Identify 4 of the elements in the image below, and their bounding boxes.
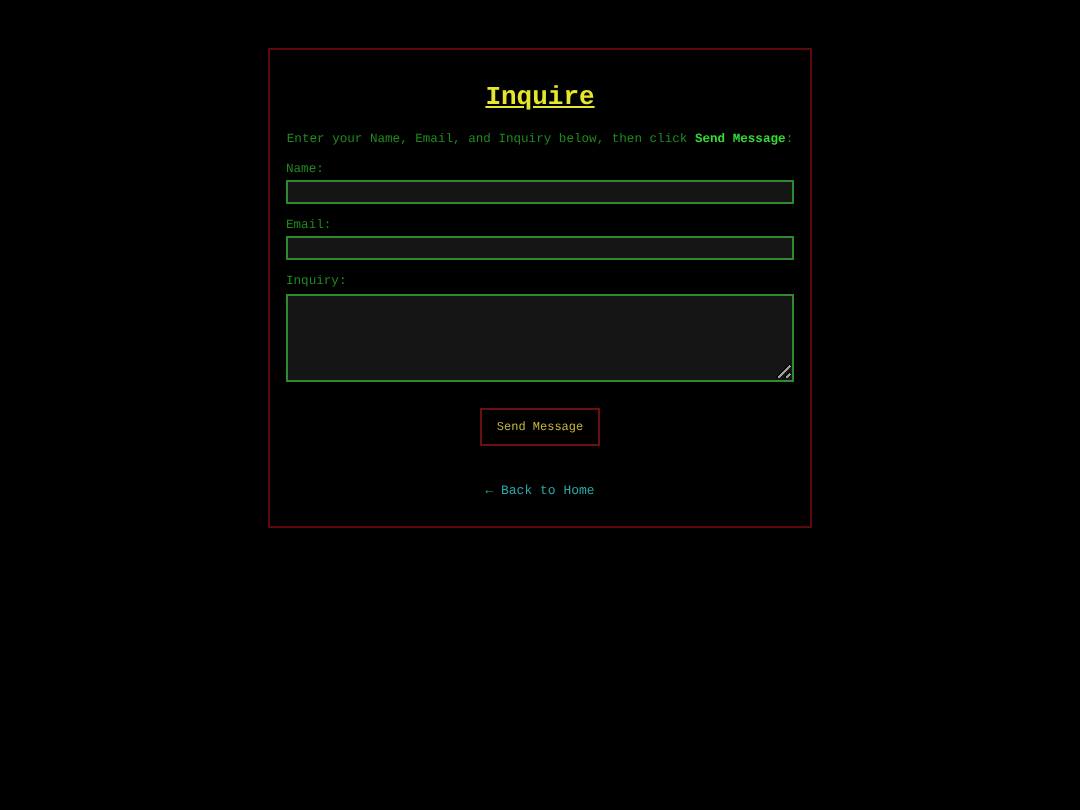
page-title: Inquire: [483, 82, 597, 114]
input-field[interactable]: [286, 236, 794, 261]
inquiry-textarea[interactable]: [286, 293, 794, 382]
input-field[interactable]: [286, 180, 794, 205]
